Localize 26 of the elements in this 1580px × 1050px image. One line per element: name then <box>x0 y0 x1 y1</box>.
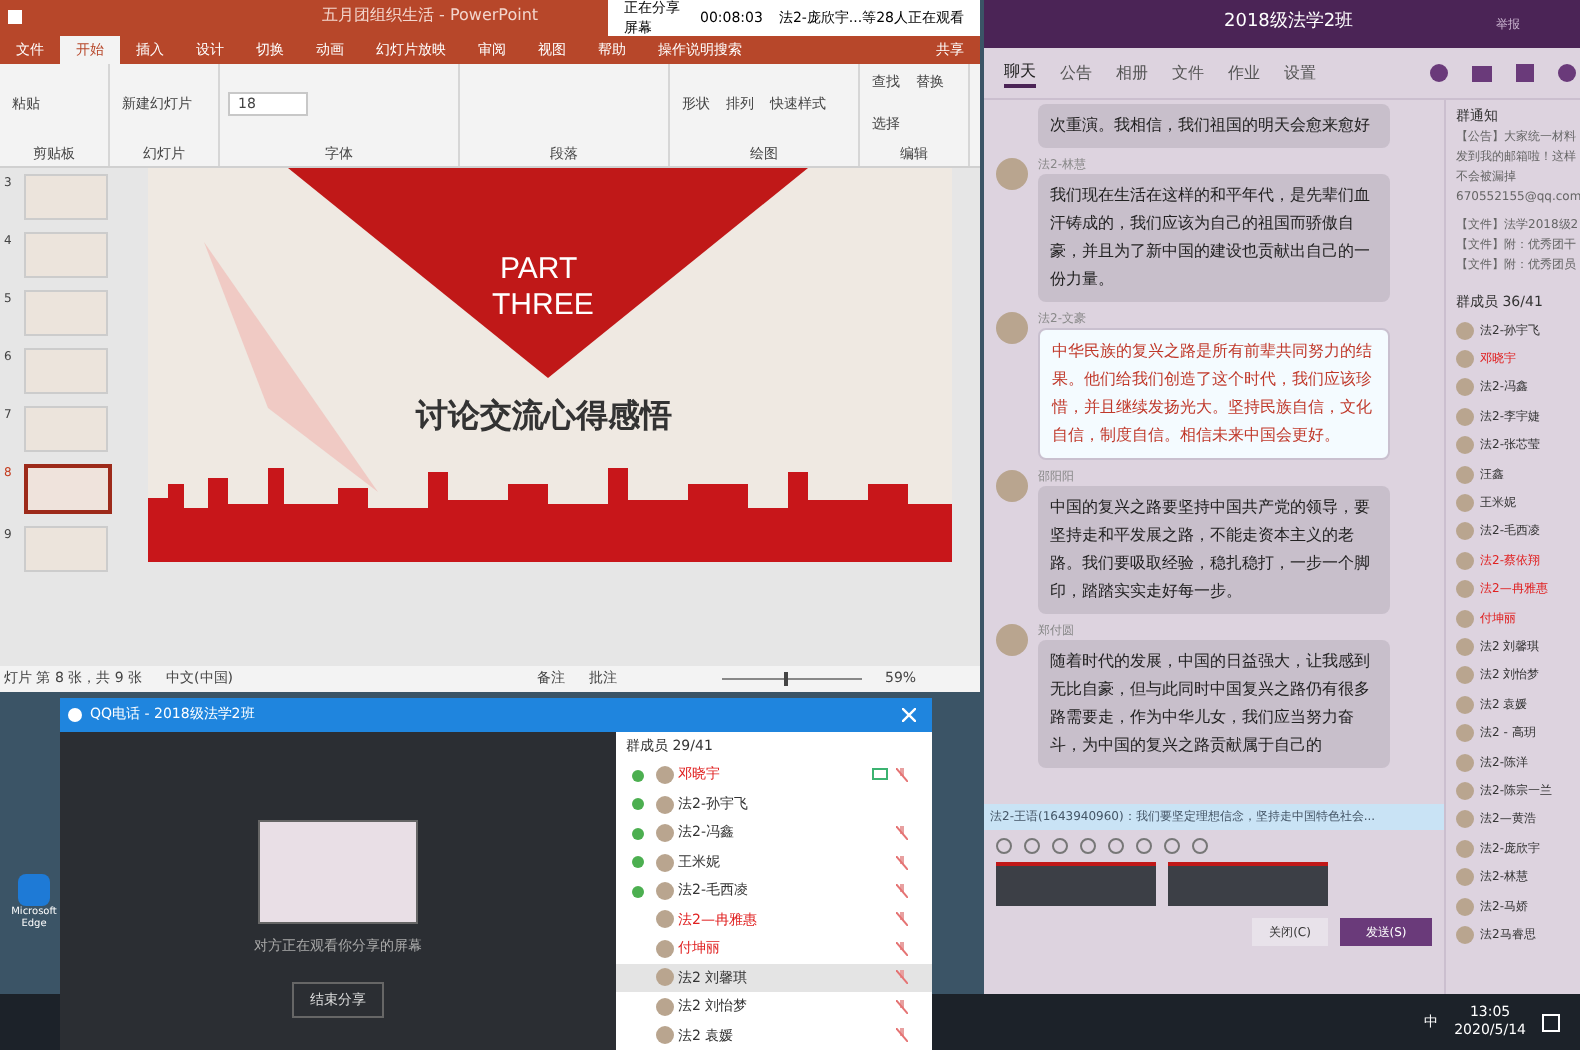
chat-tab[interactable]: 设置 <box>1284 61 1316 85</box>
slide-thumbnail[interactable] <box>24 464 112 514</box>
save-icon[interactable] <box>8 9 22 23</box>
slide-part-number: THREE <box>492 286 594 326</box>
browser-icon[interactable] <box>18 874 50 906</box>
message-bubble: 中华民族的复兴之路是所有前辈共同努力的结果。他们给我们创造了这个时代，我们应该珍惜，并且继续发扬光大。坚持民族自信，文化自信，制度自信。相信未来中国会更好。 <box>1038 328 1390 460</box>
zoom-thumb[interactable] <box>784 672 789 686</box>
chat-tab[interactable]: 公告 <box>1060 61 1092 85</box>
chat-tab[interactable]: 相册 <box>1116 61 1148 85</box>
avatar-icon <box>996 312 1028 344</box>
chat-tab[interactable]: 作业 <box>1228 61 1260 85</box>
chat-tab[interactable]: 文件 <box>1172 61 1204 85</box>
slide-part-label: PART <box>500 250 578 290</box>
message-bubble: 我们现在生活在这样的和平年代，是先辈们血汗铸成的，我们应该为自己的祖国而骄傲自豪，并且为了新中国的建设也贡献出自己的一份力量。 <box>1038 174 1390 302</box>
chat-title: 2018级法学2班 <box>1224 10 1354 37</box>
message-bubble: 次重演。我相信，我们祖国的明天会愈来愈好 <box>1038 104 1390 148</box>
message-bubble: 中国的复兴之路要坚持中国共产党的领导，要坚持走和平发展之路，不能走资本主义的老路。我们要吸取经验，稳扎稳打，一步一个脚印，踏踏实实走好每一步。 <box>1038 486 1390 614</box>
close-icon[interactable] <box>902 708 916 722</box>
avatar-icon <box>996 624 1028 656</box>
avatar-icon <box>996 158 1028 190</box>
slide-title: 讨论交流心得感悟 <box>416 394 672 438</box>
notification-icon[interactable] <box>1542 1013 1560 1031</box>
chat-tab[interactable]: 聊天 <box>1004 59 1036 87</box>
message-bubble: 随着时代的发展，中国的日益强大，让我感到无比自豪，但与此同时中国复兴之路仍有很多路需要走，作为中华儿女，我们应当努力奋斗，为中国的复兴之路贡献属于自己的 <box>1038 640 1390 768</box>
avatar-icon <box>996 470 1028 502</box>
window-title: 五月团组织生活 - PowerPoint <box>322 4 539 28</box>
